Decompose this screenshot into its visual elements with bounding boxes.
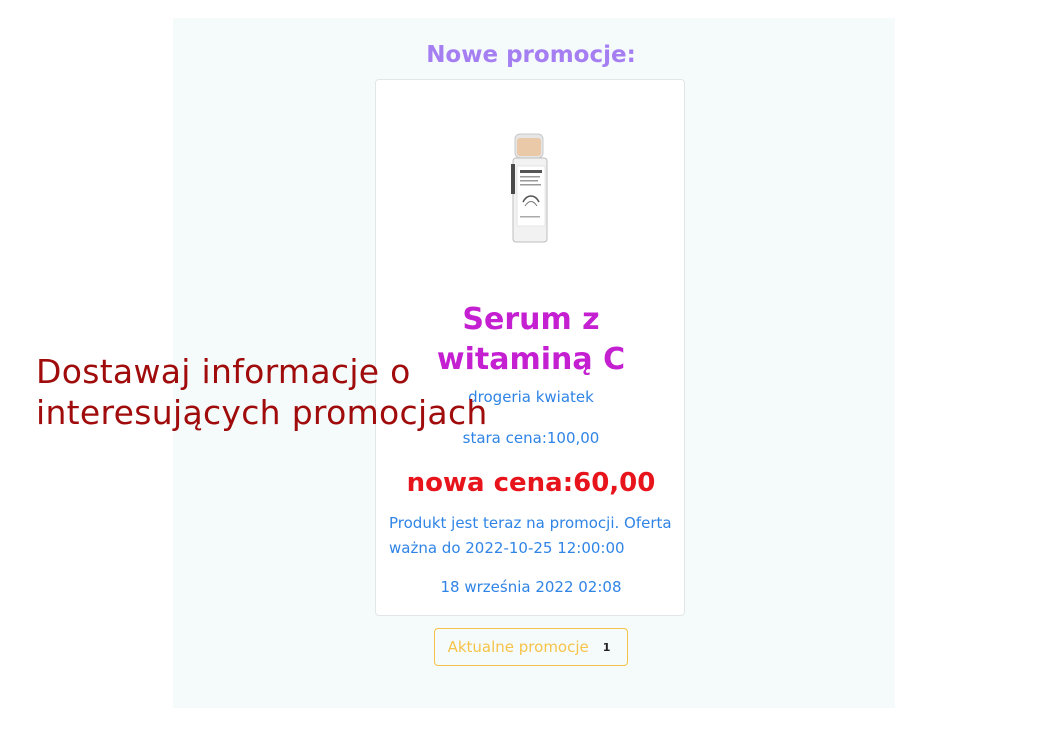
posted-date: 18 września 2022 02:08 [440,578,622,596]
new-price: nowa cena:60,00 [406,468,656,498]
overlay-line-2: interesujących promocjach [36,393,488,432]
overlay-line-1: Dostawaj informacje o [36,352,411,391]
promotions-count-badge: 1 [602,640,611,654]
button-label: Aktualne promocje [447,638,589,656]
overlay-caption: Dostawaj informacje o interesujących pro… [36,351,488,433]
product-image [511,133,548,243]
section-heading: Nowe promocje: [426,42,636,68]
promotion-description: Produkt jest teraz na promocji. Oferta w… [389,514,672,557]
promotion-card: Serum z witaminą C drogeria kwiatek star… [375,79,685,616]
current-promotions-button[interactable]: Aktualne promocje 1 [434,628,628,666]
